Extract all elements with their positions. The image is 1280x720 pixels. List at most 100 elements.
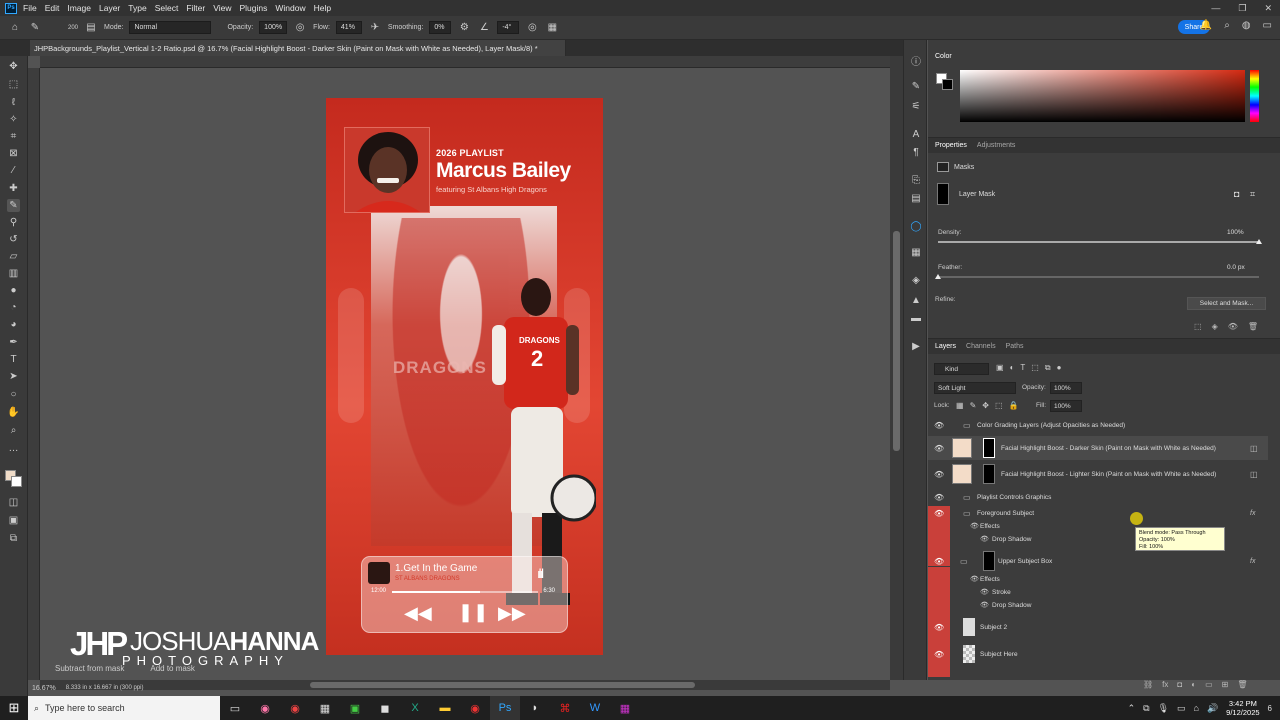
- visibility-eye-icon[interactable]: 👁: [934, 493, 944, 502]
- adjust-icon[interactable]: ⚟: [909, 100, 923, 114]
- lock-transparent-icon[interactable]: ▦: [956, 401, 964, 410]
- brush-tool-icon[interactable]: ✎: [28, 21, 42, 35]
- pixel-mask-icon[interactable]: ◘: [1234, 189, 1239, 199]
- menu-type[interactable]: Type: [128, 3, 146, 13]
- patterns-icon[interactable]: ▦: [909, 246, 923, 260]
- eraser-tool-icon[interactable]: ▱: [7, 250, 20, 263]
- layer-row-selected[interactable]: 👁 Facial Highlight Boost - Darker Skin (…: [928, 436, 1268, 460]
- workspace-icon[interactable]: ▭: [1263, 20, 1272, 31]
- minimize-icon[interactable]: —: [1211, 3, 1220, 13]
- dodge-tool-icon[interactable]: ◔: [7, 301, 20, 314]
- add-style-icon[interactable]: fx: [1162, 680, 1168, 689]
- visibility-eye-icon[interactable]: 👁: [934, 623, 944, 632]
- burn-tool-icon[interactable]: ◕: [7, 318, 20, 331]
- visibility-eye-icon[interactable]: 👁: [934, 421, 944, 430]
- filter-toggle-icon[interactable]: ●: [1057, 363, 1062, 373]
- file-explorer-icon[interactable]: ▬: [430, 696, 460, 720]
- layer-mask-thumbnail-selected[interactable]: [983, 438, 995, 458]
- vertical-scrollbar[interactable]: [890, 56, 903, 680]
- menu-window[interactable]: Window: [275, 3, 305, 13]
- horizontal-scroll-thumb[interactable]: [310, 682, 695, 688]
- add-mask-icon[interactable]: ◘: [1177, 680, 1182, 689]
- microphone-icon[interactable]: 🎙: [1158, 703, 1169, 714]
- brush-tool-active-icon[interactable]: ✎: [7, 199, 20, 212]
- screen-mode-icon[interactable]: ▣: [7, 514, 20, 527]
- windows-start-icon[interactable]: ⊞: [0, 696, 28, 720]
- calculator-icon[interactable]: ▦: [310, 696, 340, 720]
- app-icon[interactable]: ◼: [370, 696, 400, 720]
- word-icon[interactable]: W: [580, 696, 610, 720]
- search-icon[interactable]: ⌕: [1224, 20, 1230, 31]
- stamp-tool-icon[interactable]: ⚲: [7, 216, 20, 229]
- delete-mask-icon[interactable]: 🗑: [1248, 322, 1258, 331]
- character-icon[interactable]: A: [909, 128, 923, 142]
- frame-tool-icon[interactable]: ⊠: [7, 147, 20, 160]
- lock-artboard-icon[interactable]: ⬚: [995, 401, 1003, 410]
- brush-settings-panel-icon[interactable]: ✎: [909, 80, 923, 94]
- menu-view[interactable]: View: [213, 3, 231, 13]
- background-color-swatch[interactable]: [11, 476, 22, 487]
- tab-channels[interactable]: Channels: [966, 343, 996, 350]
- smoothing-gear-icon[interactable]: ⚙: [457, 21, 471, 35]
- gradient-tool-icon[interactable]: ▥: [7, 267, 20, 280]
- filter-pixel-icon[interactable]: ▣: [996, 363, 1004, 373]
- layer-row[interactable]: 👁 Subject 2: [928, 615, 1268, 639]
- clone-source-icon[interactable]: ⎘: [909, 174, 923, 188]
- volume-icon[interactable]: 🔊: [1207, 703, 1218, 714]
- pressure-opacity-icon[interactable]: ◎: [293, 21, 307, 35]
- lock-all-icon[interactable]: 🔒: [1009, 401, 1019, 410]
- density-knob[interactable]: [1256, 239, 1262, 244]
- tab-adjustments[interactable]: Adjustments: [977, 142, 1016, 149]
- document-canvas[interactable]: DRAGONS DRAGONS 2 2026 PLAYLIST Marcus B…: [326, 98, 603, 655]
- color-background-swatch[interactable]: [942, 79, 953, 90]
- delete-layer-icon[interactable]: 🗑: [1237, 680, 1247, 689]
- menu-filter[interactable]: Filter: [186, 3, 205, 13]
- app-icon[interactable]: ▣: [340, 696, 370, 720]
- network-icon[interactable]: ⌂: [1194, 703, 1199, 713]
- menu-edit[interactable]: Edit: [45, 3, 60, 13]
- quick-select-tool-icon[interactable]: ✧: [7, 113, 20, 126]
- chevron-up-icon[interactable]: ⌃: [1128, 703, 1136, 714]
- close-icon[interactable]: ✕: [1264, 3, 1272, 14]
- photoshop-taskbar-icon[interactable]: Ps: [490, 696, 520, 720]
- visibility-eye-icon[interactable]: 👁: [934, 444, 944, 453]
- visibility-eye-icon[interactable]: 👁: [934, 557, 944, 566]
- home-icon[interactable]: ⌂: [8, 21, 22, 35]
- shape-tool-icon[interactable]: ○: [7, 388, 20, 401]
- taskbar-search[interactable]: ⌕ Type here to search: [28, 696, 220, 720]
- layer-row[interactable]: 👁 ▭ Color Grading Layers (Adjust Opaciti…: [928, 414, 1268, 436]
- tab-layers[interactable]: Layers: [935, 343, 956, 350]
- apply-mask-icon[interactable]: ◈: [1212, 322, 1218, 331]
- chrome-icon[interactable]: ◉: [280, 696, 310, 720]
- blur-tool-icon[interactable]: ●: [7, 284, 20, 297]
- feather-knob[interactable]: [935, 274, 941, 279]
- brush-size[interactable]: 200: [68, 25, 78, 31]
- document-tab[interactable]: JHPBackgrounds_Playlist_Vertical 1-2 Rat…: [30, 40, 566, 56]
- layer-row[interactable]: 👁 Subject Here: [928, 642, 1268, 666]
- visibility-eye-icon[interactable]: 👁: [934, 650, 944, 659]
- brush-settings-icon[interactable]: ▤: [84, 21, 98, 35]
- visibility-eye-icon[interactable]: 👁: [980, 535, 989, 543]
- hue-slider[interactable]: [1250, 70, 1259, 122]
- layer-row[interactable]: 👁 Facial Highlight Boost - Lighter Skin …: [928, 462, 1268, 486]
- filter-smartobject-icon[interactable]: ⧉: [1045, 363, 1051, 373]
- healing-tool-icon[interactable]: ✚: [7, 182, 20, 195]
- filter-type-icon[interactable]: T: [1020, 363, 1025, 373]
- menu-plugins[interactable]: Plugins: [239, 3, 267, 13]
- comments-icon[interactable]: ▬: [909, 312, 923, 326]
- menu-layer[interactable]: Layer: [99, 3, 120, 13]
- link-layers-icon[interactable]: ⛓: [1143, 680, 1153, 689]
- lock-position-icon[interactable]: ✥: [982, 401, 989, 410]
- more-tools-icon[interactable]: …: [7, 442, 20, 455]
- add-to-mask-button[interactable]: Add to mask: [150, 664, 194, 673]
- density-slider[interactable]: [938, 241, 1259, 243]
- visibility-eye-icon[interactable]: 👁: [934, 470, 944, 479]
- display-icon[interactable]: ▭: [1177, 703, 1186, 714]
- acrobat-icon[interactable]: ⌘: [550, 696, 580, 720]
- menu-image[interactable]: Image: [67, 3, 91, 13]
- excel-icon[interactable]: X: [400, 696, 430, 720]
- shapes-icon[interactable]: ▲: [909, 294, 923, 308]
- hand-tool-icon[interactable]: ✋: [7, 406, 20, 419]
- bell-icon[interactable]: 🔔: [1200, 20, 1212, 31]
- quick-mask-icon[interactable]: ◫: [7, 496, 20, 509]
